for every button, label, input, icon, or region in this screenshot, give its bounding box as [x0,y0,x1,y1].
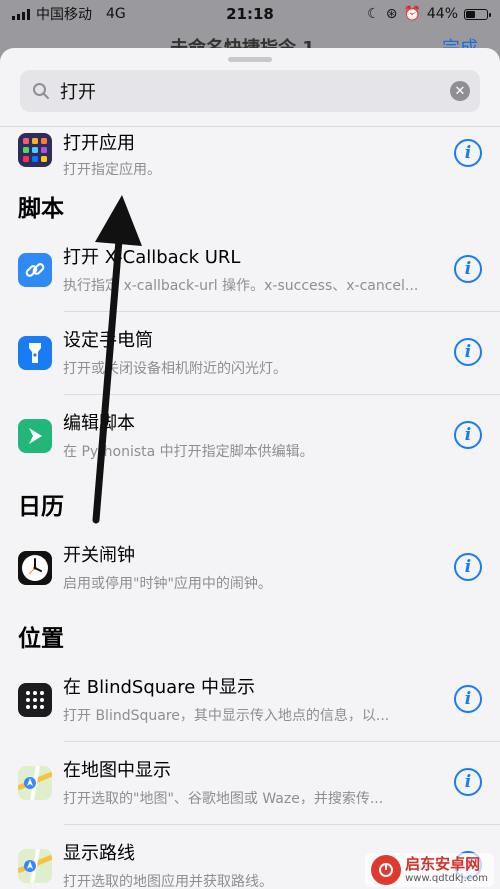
info-button[interactable]: i [454,768,482,796]
info-button[interactable]: i [454,139,482,167]
action-open-app[interactable]: 打开应用 打开指定应用。 i [0,127,500,179]
action-subtitle: 在 Pythonista 中打开指定脚本供编辑。 [63,444,314,460]
search-icon [30,80,52,102]
action-title: 打开 X-Callback URL [63,247,241,268]
action-show-in-blindsquare[interactable]: 在 BlindSquare 中显示 打开 BlindSquare，其中显示传入地… [0,659,500,741]
info-button[interactable]: i [454,553,482,581]
action-show-in-maps[interactable]: 在地图中显示 打开选取的"地图"、谷歌地图或 Waze，并搜索传... i [0,742,500,824]
action-list: 打开应用 打开指定应用。 i 脚本 打开 X-Callback URL 执行指定… [0,126,500,889]
action-toggle-alarm[interactable]: 开关闹钟 启用或停用"时钟"应用中的闹钟。 i [0,527,500,609]
action-title: 设定手电筒 [63,330,153,351]
action-title: 在地图中显示 [63,760,171,781]
battery-icon [464,8,491,20]
orientation-lock-icon: ⊛ [385,6,398,22]
action-title: 打开应用 [63,133,135,154]
clear-search-button[interactable]: ✕ [450,81,470,101]
maps-icon [18,766,52,800]
blindsquare-icon [18,683,52,717]
battery-percent: 44% [426,6,458,22]
info-button[interactable]: i [454,685,482,713]
action-subtitle: 打开指定应用。 [63,162,161,178]
info-button[interactable]: i [454,338,482,366]
action-edit-script[interactable]: 编辑脚本 在 Pythonista 中打开指定脚本供编辑。 i [0,395,500,477]
action-set-flashlight[interactable]: 设定手电筒 打开或关闭设备相机附近的闪光灯。 i [0,312,500,394]
search-input[interactable] [52,80,450,102]
maps-icon [18,849,52,883]
action-subtitle: 打开 BlindSquare，其中显示传入地点的信息，以... [63,708,390,724]
action-search-sheet: ✕ 打开应用 打开指定应用。 i 脚本 打开 X-Callback URL 执行 [0,48,500,889]
pythonista-icon [18,419,52,453]
link-icon [18,253,52,287]
action-open-x-callback-url[interactable]: 打开 X-Callback URL 执行指定 x-callback-url 操作… [0,229,500,311]
action-subtitle: 启用或停用"时钟"应用中的闹钟。 [63,576,272,592]
search-bar[interactable]: ✕ [20,70,480,112]
action-title: 在 BlindSquare 中显示 [63,677,255,698]
action-subtitle: 打开选取的"地图"、谷歌地图或 Waze，并搜索传... [63,791,384,807]
apps-grid-icon [18,133,52,167]
action-subtitle: 执行指定 x-callback-url 操作。x-success、x-cance… [63,278,419,294]
moon-icon: ☾ [367,6,380,22]
action-title: 开关闹钟 [63,545,135,566]
action-title: 显示路线 [63,843,135,864]
action-title: 编辑脚本 [63,413,135,434]
flashlight-icon [18,336,52,370]
clock-icon [18,551,52,585]
watermark-url: www.qdtdkj.com [405,872,488,884]
section-header-scripting: 脚本 [18,196,64,222]
info-button[interactable]: i [454,421,482,449]
carrier-label: 中国移动 [36,7,92,23]
section-header-location: 位置 [18,626,64,652]
info-button[interactable]: i [454,255,482,283]
section-header-calendar: 日历 [18,494,64,520]
status-bar: 中国移动 4G 21:18 ☾ ⊛ ⏰ 44% [0,0,500,28]
network-label: 4G [106,6,126,22]
action-subtitle: 打开或关闭设备相机附近的闪光灯。 [63,361,287,377]
watermark-logo: 启东安卓网 www.qdtdkj.com [365,853,494,887]
signal-icon [12,8,30,20]
alarm-icon: ⏰ [403,6,421,22]
watermark-icon [371,855,402,885]
watermark-name: 启东安卓网 [405,855,481,874]
sheet-grabber[interactable] [228,57,272,62]
